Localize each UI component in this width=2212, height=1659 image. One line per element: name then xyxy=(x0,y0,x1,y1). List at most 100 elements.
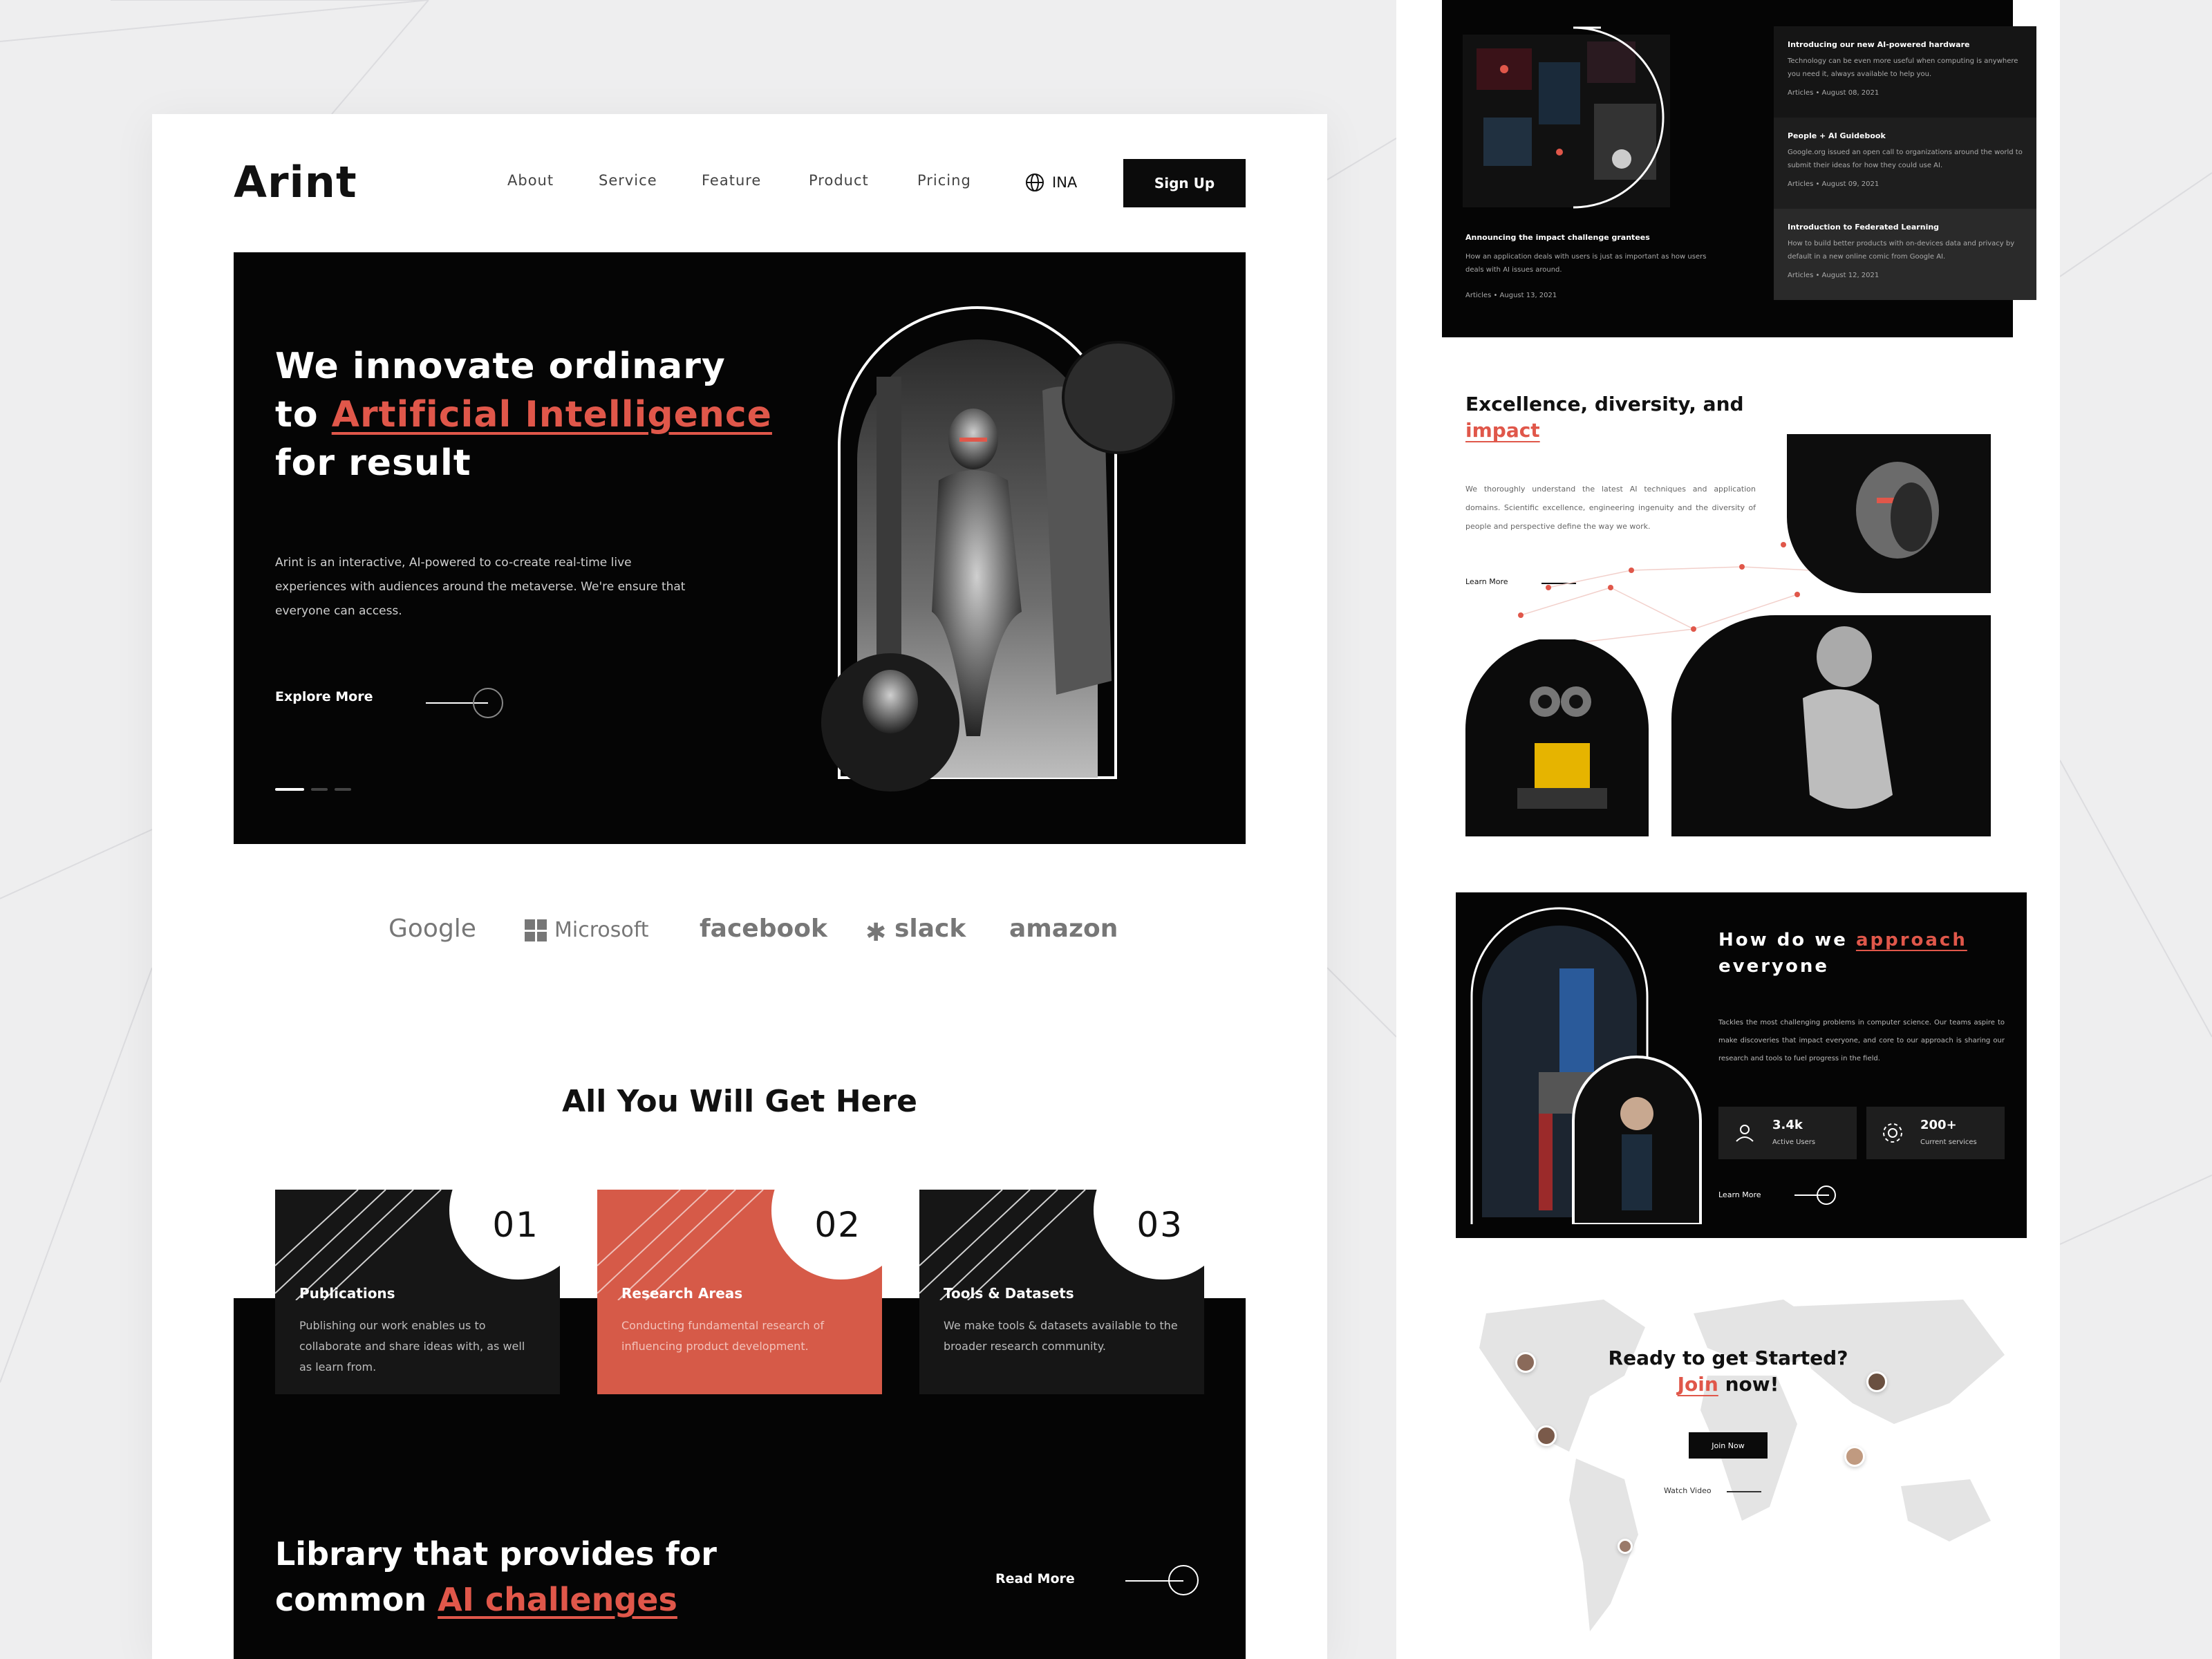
hero-title-line3: for result xyxy=(275,442,471,484)
hero-robot-image xyxy=(821,306,1175,791)
news-feature-title[interactable]: Announcing the impact challenge grantees xyxy=(1465,233,1650,242)
join-now-button[interactable]: Join Now xyxy=(1689,1432,1768,1459)
hero-section: We innovate ordinary to Artificial Intel… xyxy=(234,252,1246,844)
hero-title: We innovate ordinary to Artificial Intel… xyxy=(275,342,856,487)
approach-description: Tackles the most challenging problems in… xyxy=(1718,1019,2005,1062)
card-title: Research Areas xyxy=(621,1285,743,1302)
sign-up-button[interactable]: Sign Up xyxy=(1123,159,1246,207)
stat-current-services: 200+ Current services xyxy=(1866,1107,2005,1159)
approach-robot-image xyxy=(1470,907,1702,1224)
stat-value: 3.4k xyxy=(1772,1118,1803,1132)
hero-title-line1: We innovate ordinary xyxy=(275,346,726,387)
article-title: Introducing our new AI-powered hardware xyxy=(1788,40,1970,49)
library-title-pre: common xyxy=(275,1581,427,1618)
article-description: Google.org issued an open call to organi… xyxy=(1788,149,2023,169)
users-icon xyxy=(1736,1125,1754,1142)
brand-amazon: amazon xyxy=(1009,915,1118,943)
brand-slack: slack xyxy=(894,915,966,943)
robot-head-image xyxy=(1787,434,1991,593)
nav-product[interactable]: Product xyxy=(809,172,869,189)
article-meta: Articles • August 08, 2021 xyxy=(1788,89,1880,97)
cta-title-line1: Ready to get Started? xyxy=(1608,1347,1848,1369)
news-feature-image xyxy=(1463,26,1670,209)
approach-title-pre: How do we xyxy=(1718,930,1848,950)
arrow-right-icon[interactable] xyxy=(473,688,503,718)
read-more-link[interactable]: Read More xyxy=(995,1571,1075,1586)
card-description: We make tools & datasets available to th… xyxy=(944,1319,1178,1353)
news-section: Announcing the impact challenge grantees… xyxy=(1442,0,2036,337)
brand-microsoft: Microsoft xyxy=(554,918,649,942)
features-title: All You Will Get Here xyxy=(562,1084,917,1119)
news-feature-meta: Articles • August 13, 2021 xyxy=(1465,292,1557,299)
avatar xyxy=(1844,1446,1865,1467)
approach-learn-more[interactable]: Learn More xyxy=(1718,1190,1761,1199)
excellence-title: Excellence, diversity, and impact xyxy=(1465,391,1825,444)
landing-page-continued: Announcing the impact challenge grantees… xyxy=(1396,0,2060,1659)
excellence-title-highlight: impact xyxy=(1465,419,1540,442)
excellence-title-line1: Excellence, diversity, and xyxy=(1465,393,1744,415)
library-title-line1: Library that provides for xyxy=(275,1535,717,1573)
stat-label: Current services xyxy=(1920,1138,1977,1146)
article-description: Technology can be even more useful when … xyxy=(1788,57,2018,78)
nav-service[interactable]: Service xyxy=(599,172,657,189)
approach-title: How do we approach everyone xyxy=(1718,927,2005,980)
article-item[interactable]: Introducing our new AI-powered hardware … xyxy=(1774,26,2036,118)
watch-video-link[interactable]: Watch Video xyxy=(1664,1486,1712,1495)
cta-now: now! xyxy=(1725,1373,1779,1396)
approach-title-post: everyone xyxy=(1718,956,1829,977)
article-description: How to build better products with on-dev… xyxy=(1788,240,2015,261)
approach-title-highlight: approach xyxy=(1855,930,1967,950)
avatar xyxy=(1515,1352,1536,1373)
nav-pricing[interactable]: Pricing xyxy=(917,172,971,189)
wall-e-robot-image xyxy=(1465,639,1649,836)
stat-active-users: 3.4k Active Users xyxy=(1718,1107,1857,1159)
cta-title: Ready to get Started? Join now! xyxy=(1396,1345,2060,1398)
stat-label: Active Users xyxy=(1772,1138,1816,1146)
arrow-right-icon[interactable] xyxy=(1168,1565,1199,1595)
world-map xyxy=(1479,1300,2005,1631)
approach-section: How do we approach everyone Tackles the … xyxy=(1456,892,2027,1238)
card-number: 02 xyxy=(814,1205,861,1245)
avatar xyxy=(1866,1371,1887,1392)
card-number: 03 xyxy=(1136,1205,1183,1245)
arrow-right-icon[interactable] xyxy=(1817,1185,1836,1205)
library-title: Library that provides for common AI chal… xyxy=(275,1531,897,1622)
brand-facebook: facebook xyxy=(700,915,827,943)
article-title: People + AI Guidebook xyxy=(1788,131,1886,140)
hero-title-to: to xyxy=(275,394,319,435)
nav-about[interactable]: About xyxy=(507,172,554,189)
cta-join-highlight: Join xyxy=(1677,1373,1718,1396)
feature-card-tools[interactable]: 03 Tools & Datasets We make tools & data… xyxy=(919,1190,1204,1394)
humanoid-robot-image xyxy=(1671,615,1991,836)
card-title: Tools & Datasets xyxy=(944,1285,1074,1302)
library-title-highlight: AI challenges xyxy=(438,1581,677,1618)
article-item[interactable]: People + AI Guidebook Google.org issued … xyxy=(1774,118,2036,209)
slide-indicator-active[interactable] xyxy=(275,788,304,791)
excellence-description: We thoroughly understand the latest AI t… xyxy=(1465,485,1756,531)
gear-icon xyxy=(1883,1123,1902,1143)
avatar xyxy=(1618,1539,1633,1554)
card-description: Publishing our work enables us to collab… xyxy=(299,1319,525,1374)
nav-feature[interactable]: Feature xyxy=(702,172,761,189)
language-selector[interactable]: INA xyxy=(1024,172,1077,193)
card-title: Publications xyxy=(299,1285,395,1302)
slide-indicator[interactable] xyxy=(311,788,328,791)
news-feature-description: How an application deals with users is j… xyxy=(1465,253,1707,274)
slide-indicator[interactable] xyxy=(335,788,351,791)
card-description: Conducting fundamental research of influ… xyxy=(621,1319,825,1353)
brand-google: Google xyxy=(388,915,476,943)
landing-page-main: Arint About Service Feature Product Pric… xyxy=(152,114,1327,1659)
article-meta: Articles • August 09, 2021 xyxy=(1788,180,1880,188)
arrow-right-icon xyxy=(1727,1491,1761,1492)
card-number: 01 xyxy=(492,1205,539,1245)
globe-icon xyxy=(1026,174,1044,191)
article-item[interactable]: Introduction to Federated Learning How t… xyxy=(1774,209,2036,300)
feature-card-publications[interactable]: 01 Publications Publishing our work enab… xyxy=(275,1190,560,1394)
hero-title-highlight: Artificial Intelligence xyxy=(331,394,772,435)
slack-icon: ✱ xyxy=(865,919,887,947)
feature-card-research[interactable]: 02 Research Areas Conducting fundamental… xyxy=(597,1190,882,1394)
site-logo[interactable]: Arint xyxy=(234,157,357,207)
explore-more-link[interactable]: Explore More xyxy=(275,689,373,704)
microsoft-icon xyxy=(525,919,547,941)
stat-value: 200+ xyxy=(1920,1118,1957,1132)
